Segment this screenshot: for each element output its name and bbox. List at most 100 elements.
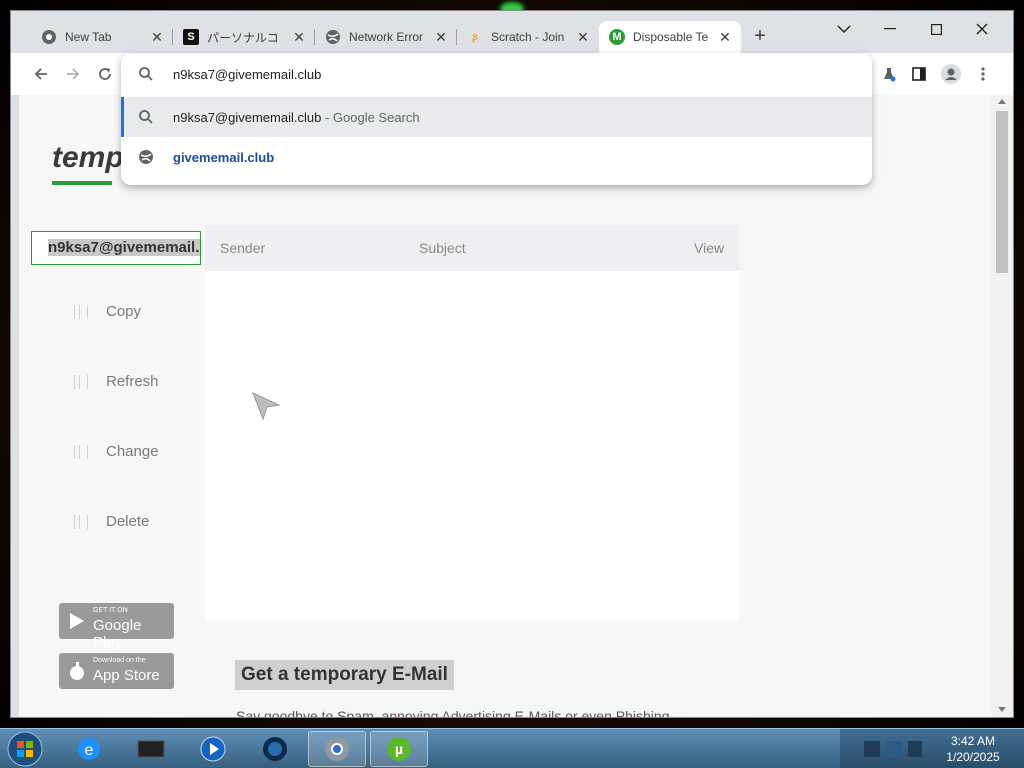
media-player-icon [200,736,226,762]
reload-button[interactable] [93,62,117,86]
tray-icons[interactable] [864,737,924,761]
page-scrollbar[interactable] [991,95,1013,717]
taskbar-globe-app[interactable] [246,731,304,767]
side-panel-icon[interactable] [907,62,931,86]
taskbar-media-player[interactable] [184,731,242,767]
media-device-icon [137,740,165,758]
address-bar-input[interactable]: n9ksa7@givememail.club [173,67,321,82]
forward-button[interactable] [61,62,85,86]
sender-column-header: Sender [220,240,266,256]
close-window-button[interactable] [959,15,1005,43]
change-icon [74,444,88,459]
close-tab-icon[interactable]: ✕ [291,29,307,45]
extension-icon[interactable] [877,62,901,86]
scroll-up-arrow-icon[interactable] [998,99,1006,104]
globe-icon [139,150,153,164]
search-icon [139,67,153,81]
email-address-field[interactable]: n9ksa7@givememail.club [31,231,201,265]
scroll-down-arrow-icon[interactable] [998,707,1006,712]
m-site-icon: M [609,29,625,45]
suggestion-query: n9ksa7@givememail.club [173,110,322,125]
close-tab-icon[interactable]: ✕ [433,29,449,45]
google-play-badge[interactable]: GET IT ON Google Play [59,603,174,651]
svg-text:µ: µ [395,741,403,757]
chrome-icon [325,737,349,761]
address-bar[interactable]: n9ksa7@givememail.club [121,53,872,97]
apple-icon [70,662,84,680]
tab-title: Disposable Te [633,30,709,44]
scratch-icon: ʂ [471,31,479,43]
back-button[interactable] [29,62,53,86]
maximize-button[interactable] [913,15,959,43]
google-play-small-text: GET IT ON [93,607,128,614]
delete-icon [74,514,88,529]
copy-label: Copy [106,303,142,320]
taskbar-clock[interactable]: 3:42 AM 1/20/2025 [940,733,1006,765]
taskbar: e µ 3:42 AM 1/20/2025 [0,728,1024,768]
refresh-button[interactable]: Refresh [74,373,159,390]
delete-label: Delete [106,513,150,530]
globe-app-icon [263,737,287,761]
tab-disposable[interactable]: M Disposable Te ✕ [599,21,741,53]
globe-icon [325,29,341,45]
taskbar-chrome[interactable] [308,731,366,767]
tab-title: New Tab [65,30,112,44]
app-store-big-text: App Store [93,667,160,684]
internet-explorer-icon: e [78,738,100,760]
change-button[interactable]: Change [74,443,159,460]
tab-new-tab[interactable]: New Tab ✕ [31,21,173,53]
start-button[interactable] [5,730,45,768]
refresh-label: Refresh [106,373,159,390]
clock-date: 1/20/2025 [946,750,1000,764]
tab-scratch[interactable]: ʂ Scratch - Join ✕ [457,21,599,53]
copy-button[interactable]: Copy [74,303,141,320]
view-column-header: View [694,240,725,256]
profile-avatar[interactable] [939,62,963,86]
play-store-icon [70,613,84,629]
tab-personal[interactable]: S パーソナルコ ✕ [173,21,315,53]
tab-network-error[interactable]: Network Error ✕ [315,21,457,53]
tab-title: パーソナルコ [207,30,279,45]
scroll-thumb[interactable] [996,111,1008,273]
chrome-icon [41,29,57,45]
copy-icon [74,304,88,319]
close-tab-icon[interactable]: ✕ [717,29,733,45]
tab-search-button[interactable] [821,15,867,43]
new-tab-button[interactable]: + [749,25,771,47]
google-play-big-text: Google Play [93,617,142,651]
suggestion-text: n9ksa7@givememail.club - Google Search [173,110,420,125]
clock-time: 3:42 AM [950,734,996,748]
subject-column-header: Subject [419,240,466,256]
browser-window: New Tab ✕ S パーソナルコ ✕ Network Error ✕ ʂ S… [10,10,1014,718]
page-content: temp n9ksa7@givememail.club Copy Refresh… [19,95,991,718]
site-logo[interactable]: temp [52,141,124,175]
suggestion-subtext: - Google Search [324,110,420,125]
section-paragraph: Say goodbye to Spam, annoying Advertisin… [236,708,670,718]
suggestion-url[interactable]: givememail.club [121,137,872,177]
suggestion-search[interactable]: n9ksa7@givememail.club - Google Search [121,97,872,137]
email-address-text: n9ksa7@givememail.club [48,239,200,256]
taskbar-utorrent[interactable]: µ [370,731,428,767]
s-site-icon: S [183,29,199,45]
tab-title: Scratch - Join [491,30,565,44]
app-store-badge[interactable]: Download on the App Store [59,653,174,689]
tab-strip: New Tab ✕ S パーソナルコ ✕ Network Error ✕ ʂ S… [11,11,1013,53]
menu-kebab-icon[interactable] [971,62,995,86]
refresh-icon [74,374,88,389]
tab-title: Network Error [349,30,424,44]
close-tab-icon[interactable]: ✕ [575,29,591,45]
windows-logo-icon [7,731,43,767]
omnibox-dropdown: n9ksa7@givememail.club n9ksa7@givememail… [121,53,872,185]
utorrent-icon: µ [387,737,411,761]
taskbar-app[interactable] [122,731,180,767]
delete-button[interactable]: Delete [74,513,149,530]
inbox-table: Sender Subject View [205,225,739,621]
taskbar-ie[interactable]: e [60,731,118,767]
close-tab-icon[interactable]: ✕ [149,29,165,45]
inbox-header: Sender Subject View [205,225,739,271]
search-icon [139,110,153,124]
suggestion-url-text: givememail.club [173,150,275,165]
section-heading: Get a temporary E-Mail [235,660,454,690]
svg-text:e: e [85,742,94,759]
minimize-button[interactable] [867,15,913,43]
